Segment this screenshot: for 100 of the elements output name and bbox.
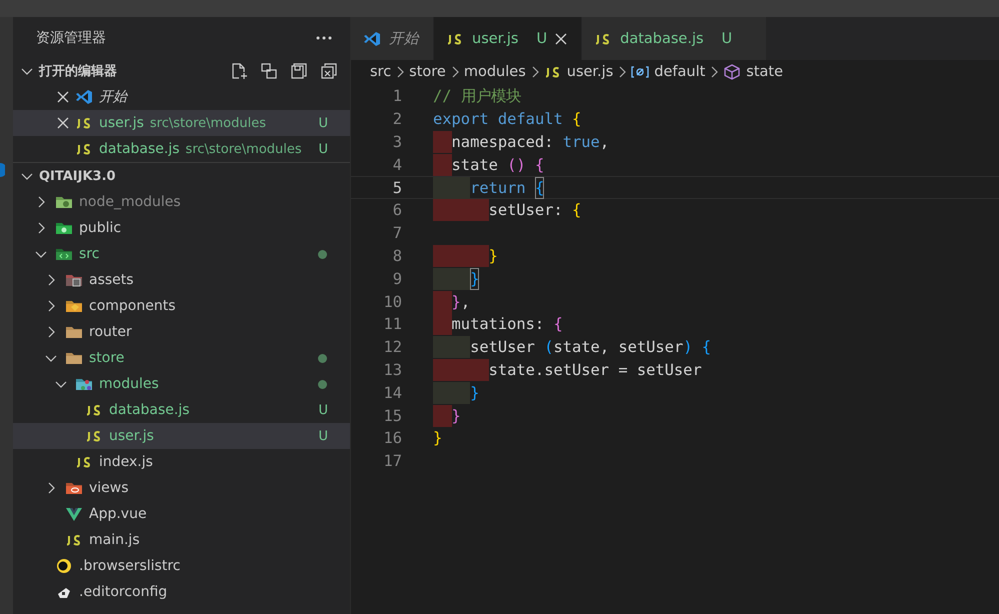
- editor-tab[interactable]: 开始: [351, 17, 434, 60]
- tree-item[interactable]: router: [13, 319, 350, 345]
- tree-item[interactable]: database.js U: [13, 397, 350, 423]
- code-token: (): [507, 154, 526, 176]
- git-status: U: [536, 30, 548, 46]
- open-editor-item[interactable]: database.js src\store\modules U: [13, 136, 350, 162]
- breadcrumb-separator-icon: [450, 66, 459, 78]
- more-icon[interactable]: [316, 36, 332, 40]
- breadcrumb-item[interactable]: modules: [464, 64, 526, 80]
- file-path: src\store\modules: [150, 116, 266, 130]
- tree-item[interactable]: components: [13, 293, 350, 319]
- line-number: 5: [392, 178, 402, 197]
- code-token: {: [571, 109, 582, 130]
- js-file-icon: [85, 428, 103, 444]
- section-title[interactable]: 打开的编辑器: [39, 62, 117, 80]
- tree-item[interactable]: user.js U: [13, 423, 350, 449]
- file-name: .editorconfig: [79, 584, 168, 600]
- code-token: state.setUser = setUser: [488, 360, 702, 381]
- file-name: main.js: [89, 532, 140, 548]
- folder-icon: [65, 324, 83, 340]
- tab-label: 开始: [389, 30, 419, 48]
- file-name: App.vue: [89, 506, 147, 522]
- split-windows-icon[interactable]: [260, 62, 278, 80]
- line-number: 7: [392, 224, 402, 242]
- folder-icon: [75, 376, 93, 392]
- explorer-title: 资源管理器: [36, 28, 106, 46]
- close-all-icon[interactable]: [320, 62, 338, 80]
- breadcrumb-item[interactable]: src: [370, 64, 392, 80]
- file-path: src\store\modules: [186, 142, 302, 156]
- code-token: }: [452, 406, 461, 427]
- code-token: {: [700, 337, 712, 358]
- code-token: {: [534, 176, 544, 199]
- editor-tab[interactable]: database.js U: [582, 17, 768, 60]
- vscode-logo-icon: [363, 30, 381, 46]
- open-editor-item[interactable]: 开始: [13, 84, 350, 110]
- file-name: public: [79, 220, 122, 236]
- breadcrumb-separator-icon: [396, 66, 404, 78]
- breadcrumb-item[interactable]: store: [409, 64, 446, 80]
- tree-item[interactable]: .editorconfig: [13, 579, 350, 605]
- file-name: database.js: [109, 402, 190, 418]
- line-number: 1: [392, 87, 402, 106]
- js-file-icon: [75, 454, 93, 470]
- file-name: index.js: [99, 454, 153, 470]
- breadcrumb-separator-icon: [618, 66, 626, 78]
- file-name: store: [89, 350, 124, 366]
- line-number: 14: [382, 384, 402, 402]
- file-name: .browserslistrc: [79, 558, 180, 574]
- line-number: 11: [382, 315, 402, 334]
- code-token: export: [433, 109, 489, 130]
- code-token: }: [452, 292, 461, 313]
- line-number: 9: [392, 270, 402, 288]
- project-title[interactable]: QITAIJK3.0: [39, 168, 116, 184]
- close-icon[interactable]: [57, 91, 69, 103]
- tree-item[interactable]: views: [13, 475, 350, 501]
- open-editor-item[interactable]: user.js src\store\modules U: [13, 110, 350, 136]
- tree-item[interactable]: store: [13, 345, 350, 371]
- breadcrumb-item[interactable]: user.js: [566, 64, 614, 80]
- notification-badge-icon: [0, 163, 5, 177]
- file-name: database.js: [99, 141, 180, 157]
- tree-item[interactable]: main.js: [13, 527, 350, 553]
- git-status: U: [318, 142, 329, 156]
- tree-item[interactable]: src: [13, 241, 350, 267]
- line-number: 3: [392, 132, 402, 151]
- file-name: router: [89, 324, 132, 340]
- file-name: src: [79, 246, 100, 262]
- code-token: default: [496, 109, 563, 130]
- new-file-icon[interactable]: [230, 62, 248, 80]
- close-icon[interactable]: [57, 117, 69, 129]
- tab-label: user.js: [472, 30, 518, 46]
- folder-icon: [55, 194, 73, 210]
- line-number: 17: [382, 452, 402, 470]
- git-status: U: [722, 30, 732, 46]
- line-number: 12: [382, 338, 402, 356]
- close-icon[interactable]: [555, 32, 568, 44]
- code-token: // 用户模块: [433, 86, 521, 108]
- file-name: user.js: [109, 428, 154, 444]
- line-number: 2: [392, 110, 402, 128]
- git-status: U: [318, 428, 329, 444]
- folder-icon: [65, 298, 83, 314]
- git-status: U: [318, 116, 329, 130]
- editor-tab[interactable]: user.js U: [434, 17, 582, 60]
- tree-item[interactable]: App.vue: [13, 501, 350, 527]
- tree-item[interactable]: .browserslistrc: [13, 553, 350, 579]
- line-number: 13: [382, 360, 402, 379]
- js-file-icon: [75, 115, 93, 131]
- line-number: 6: [392, 201, 402, 220]
- folder-icon: [65, 350, 83, 366]
- code-token: setUser: [470, 337, 536, 358]
- breadcrumb-item[interactable]: state: [746, 64, 784, 80]
- file-name: assets: [89, 272, 134, 288]
- file-name: components: [89, 298, 176, 314]
- vue-file-icon: [65, 506, 83, 522]
- tree-item[interactable]: public: [13, 215, 350, 241]
- tree-item[interactable]: node_modules: [13, 189, 350, 215]
- tree-item[interactable]: modules: [13, 371, 350, 397]
- tree-item[interactable]: index.js: [13, 449, 350, 475]
- breadcrumb-item[interactable]: default: [654, 64, 706, 80]
- code-token: }: [470, 268, 480, 290]
- save-all-icon[interactable]: [290, 62, 308, 80]
- tree-item[interactable]: assets: [13, 267, 350, 293]
